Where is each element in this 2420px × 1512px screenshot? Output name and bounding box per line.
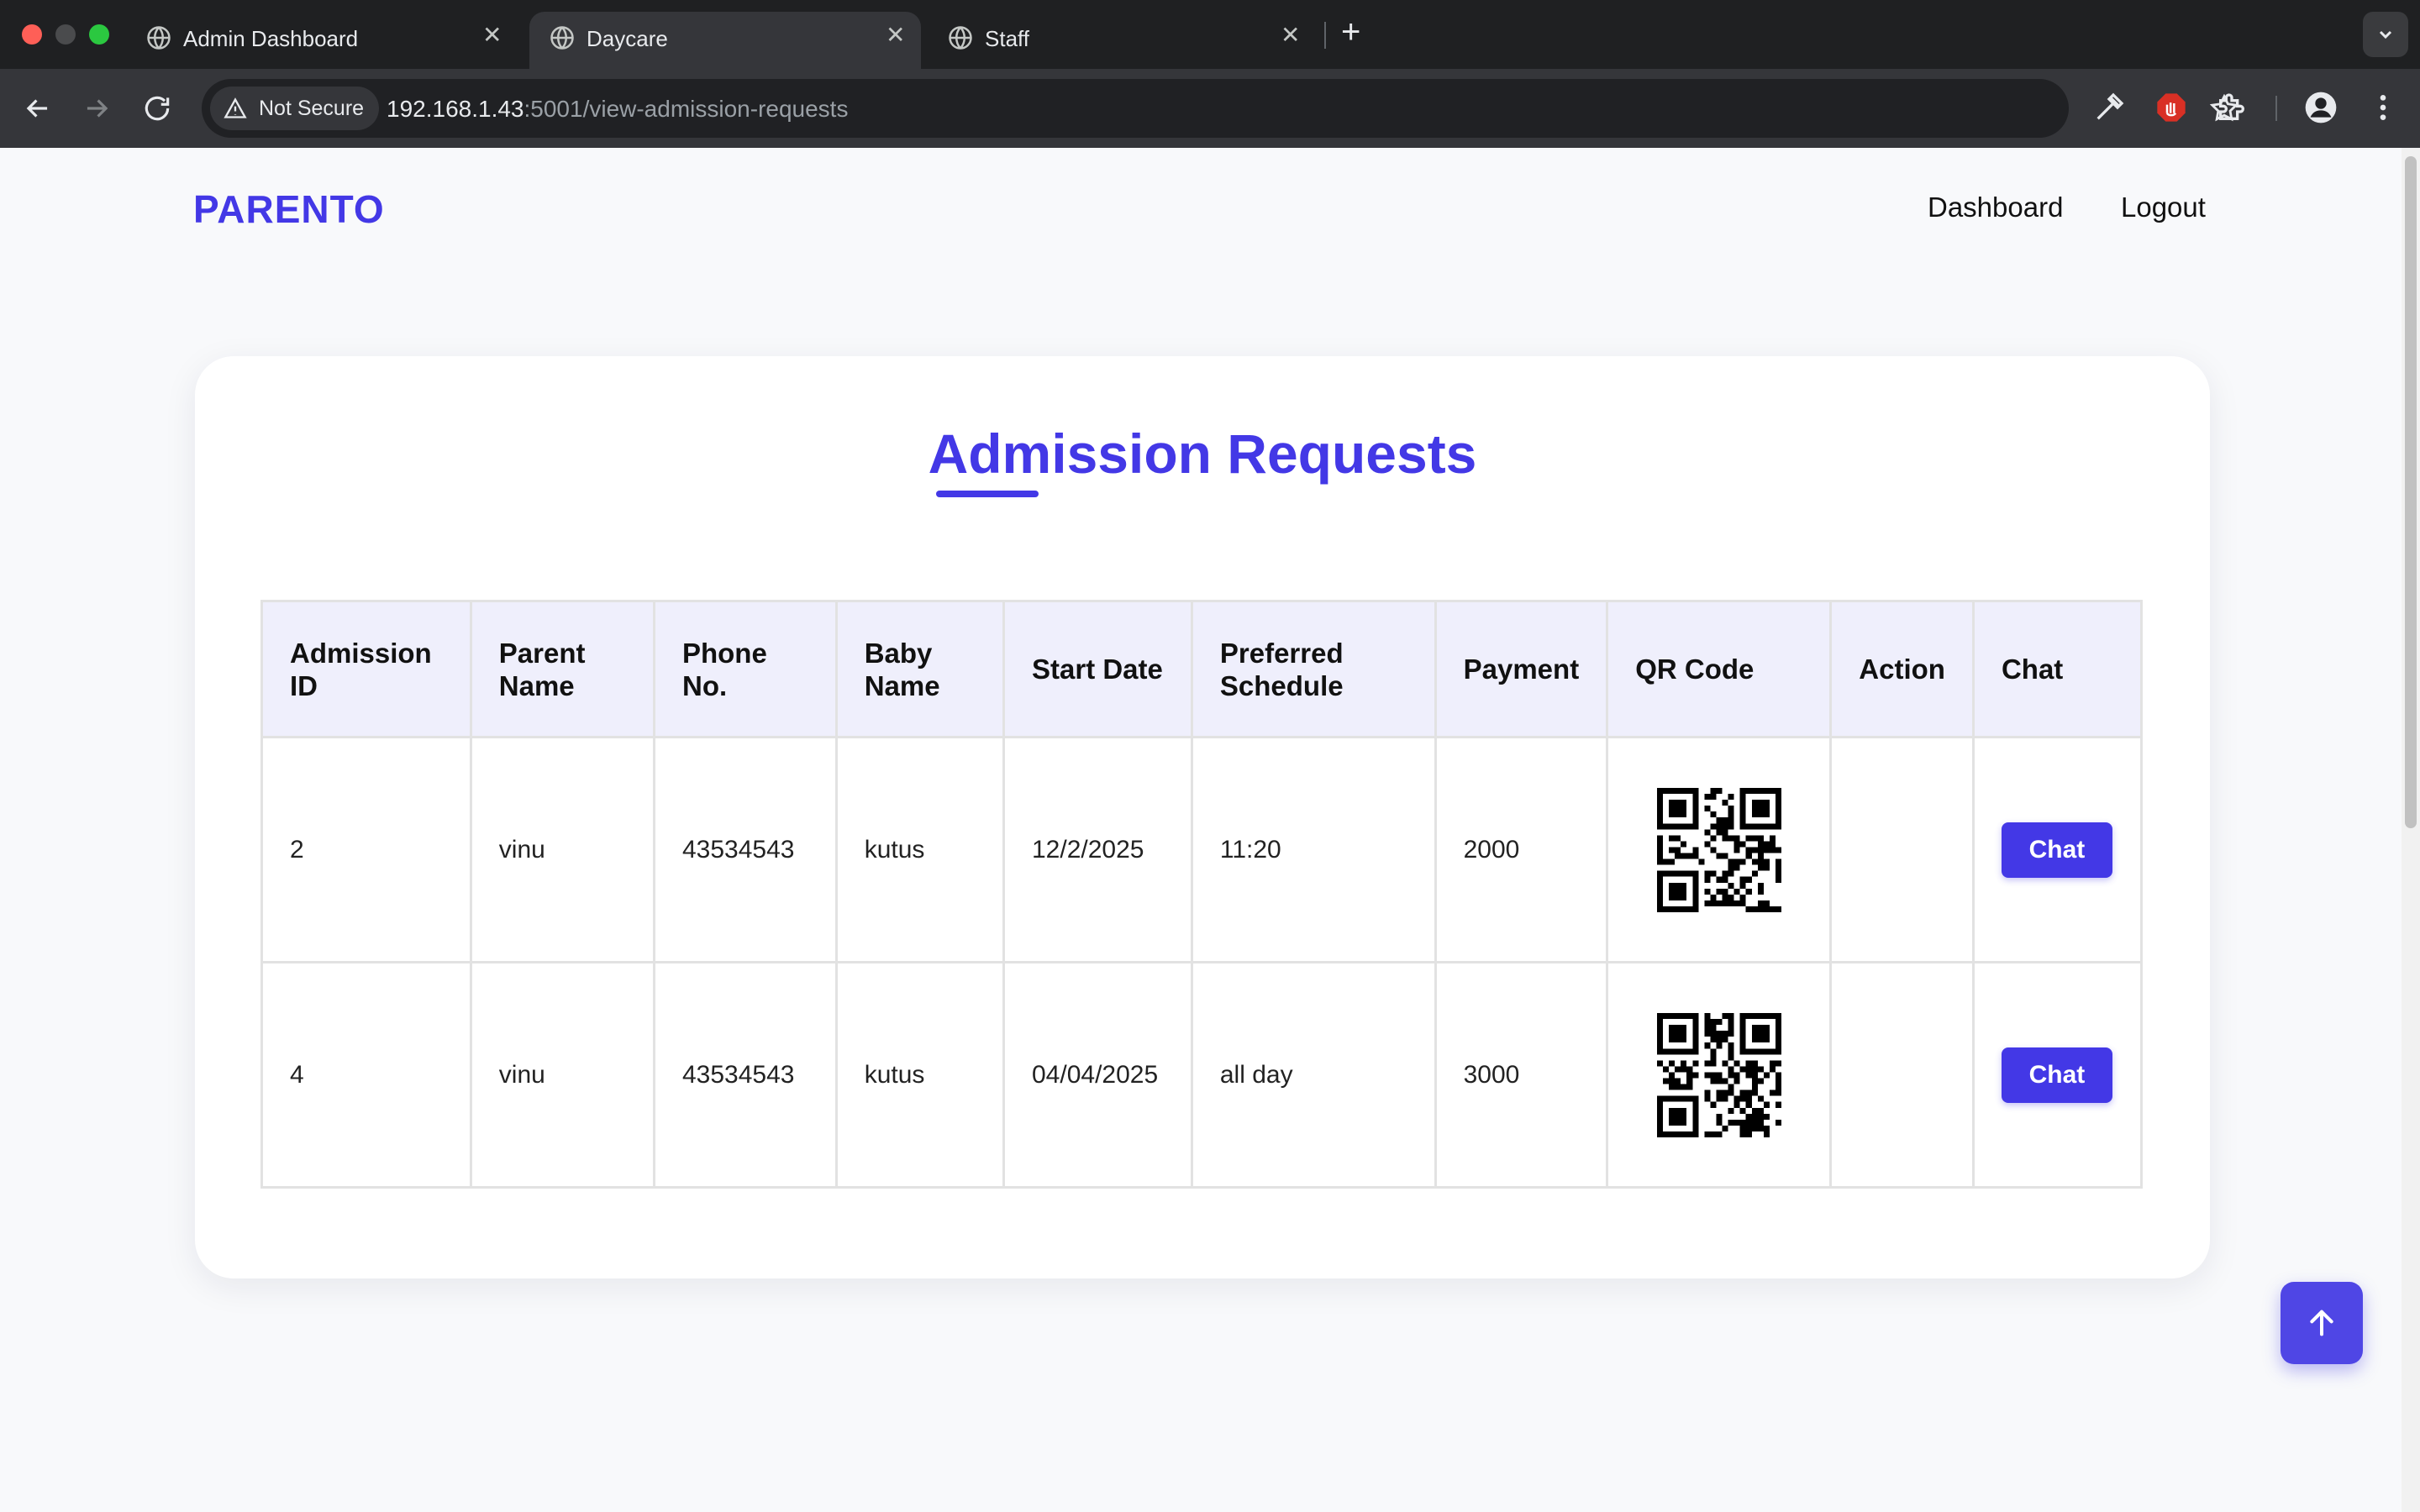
column-header: Admission ID: [260, 600, 472, 738]
admission-id-cell: 2: [260, 736, 472, 963]
phone-cell: 43534543: [652, 961, 838, 1189]
tab-title: Daycare: [587, 26, 668, 51]
arrow-up-icon: [2310, 1310, 2333, 1336]
toolbar-divider: [2275, 96, 2277, 121]
payment-cell: 3000: [1434, 961, 1609, 1189]
nav-link-logout[interactable]: Logout: [2121, 192, 2206, 223]
stop-hand-icon[interactable]: [2154, 91, 2188, 124]
eyedropper-icon[interactable]: [2092, 91, 2126, 124]
close-window-button[interactable]: [22, 24, 42, 45]
globe-icon: [949, 26, 972, 50]
tab-title: Admin Dashboard: [183, 26, 359, 51]
back-arrow-icon[interactable]: [22, 92, 54, 124]
action-cell: [1829, 736, 1975, 963]
schedule-cell: all day: [1190, 961, 1437, 1189]
more-vert-icon[interactable]: [2366, 91, 2400, 124]
baby-name-cell: kutus: [834, 961, 1006, 1189]
security-chip[interactable]: Not Secure: [210, 87, 380, 130]
action-cell: [1829, 961, 1975, 1189]
tab-divider: [1324, 22, 1326, 49]
table-header-row: Admission ID Parent Name Phone No. Baby …: [260, 600, 2144, 738]
tab-search-button[interactable]: [2363, 12, 2408, 57]
table-row: 4 vinu 43534543 kutus 04/04/2025 all day…: [260, 961, 2144, 1189]
column-header: Chat: [1971, 600, 2144, 738]
chat-cell: Chat: [1971, 736, 2144, 963]
column-header: Payment: [1434, 600, 1609, 738]
chat-button[interactable]: Chat: [2001, 822, 2112, 878]
table-row: 2 vinu 43534543 kutus 12/2/2025 11:20 20…: [260, 736, 2144, 963]
column-header: Start Date: [1002, 600, 1193, 738]
scrollbar-thumb[interactable]: [2405, 156, 2417, 828]
security-label: Not Secure: [259, 97, 365, 120]
column-header: Action: [1829, 600, 1975, 738]
tab-staff[interactable]: Staff ✕: [928, 12, 1319, 69]
warning-icon: [224, 97, 247, 118]
minimize-window-button[interactable]: [55, 24, 76, 45]
page-title: Admission Requests: [928, 423, 1477, 485]
admission-requests-card: Admission Requests Admission ID Parent N…: [195, 356, 2210, 1278]
qr-code-cell: [1606, 736, 1833, 963]
browser-tab-bar: Admin Dashboard ✕ Daycare ✕ Staff ✕ +: [0, 0, 2420, 69]
chevron-down-icon: [2379, 30, 2392, 39]
admission-id-cell: 4: [260, 961, 472, 1189]
start-date-cell: 04/04/2025: [1002, 961, 1193, 1189]
globe-icon: [550, 26, 574, 50]
tab-admin-dashboard[interactable]: Admin Dashboard ✕: [126, 12, 518, 69]
maximize-window-button[interactable]: [89, 24, 109, 45]
chat-cell: Chat: [1971, 961, 2144, 1189]
page-scrollbar[interactable]: [2402, 148, 2420, 1512]
tab-title: Staff: [985, 26, 1030, 51]
qr-code-image: [1656, 787, 1781, 912]
column-header: Baby Name: [834, 600, 1006, 738]
qr-code-cell: [1606, 961, 1833, 1189]
nav-link-dashboard[interactable]: Dashboard: [1928, 192, 2063, 223]
start-date-cell: 12/2/2025: [1002, 736, 1193, 963]
profile-avatar-icon[interactable]: [2304, 91, 2338, 124]
close-icon[interactable]: ✕: [886, 24, 905, 47]
url-host: 192.168.1.43: [387, 96, 524, 122]
forward-arrow-icon[interactable]: [81, 92, 113, 124]
title-underline: [936, 491, 1039, 497]
admission-requests-table: Admission ID Parent Name Phone No. Baby …: [260, 600, 2144, 1189]
browser-toolbar: Not Secure 192.168.1.43:5001/view-admiss…: [0, 69, 2420, 148]
parent-name-cell: vinu: [469, 961, 655, 1189]
payment-cell: 2000: [1434, 736, 1609, 963]
phone-cell: 43534543: [652, 736, 838, 963]
column-header: Preferred Schedule: [1190, 600, 1437, 738]
close-icon[interactable]: ✕: [482, 24, 502, 47]
reload-icon[interactable]: [141, 92, 173, 124]
address-bar[interactable]: Not Secure 192.168.1.43:5001/view-admiss…: [202, 79, 2238, 138]
parent-name-cell: vinu: [469, 736, 655, 963]
brand-logo[interactable]: PARENTO: [193, 186, 385, 232]
column-header: Parent Name: [469, 600, 655, 738]
column-header: QR Code: [1606, 600, 1833, 738]
schedule-cell: 11:20: [1190, 736, 1437, 963]
baby-name-cell: kutus: [834, 736, 1006, 963]
new-tab-icon[interactable]: +: [1341, 15, 1360, 49]
url-path: :5001/view-admission-requests: [523, 96, 849, 122]
chat-button[interactable]: Chat: [2001, 1047, 2112, 1103]
close-icon[interactable]: ✕: [1281, 24, 1300, 47]
column-header: Phone No.: [652, 600, 838, 738]
scroll-to-top-button[interactable]: [2281, 1282, 2363, 1364]
url-text[interactable]: 192.168.1.43:5001/view-admission-request…: [387, 96, 848, 123]
globe-icon: [147, 26, 171, 50]
extensions-puzzle-icon[interactable]: [2215, 91, 2249, 124]
qr-code-image: [1656, 1012, 1781, 1137]
tab-daycare[interactable]: Daycare ✕: [529, 12, 921, 69]
